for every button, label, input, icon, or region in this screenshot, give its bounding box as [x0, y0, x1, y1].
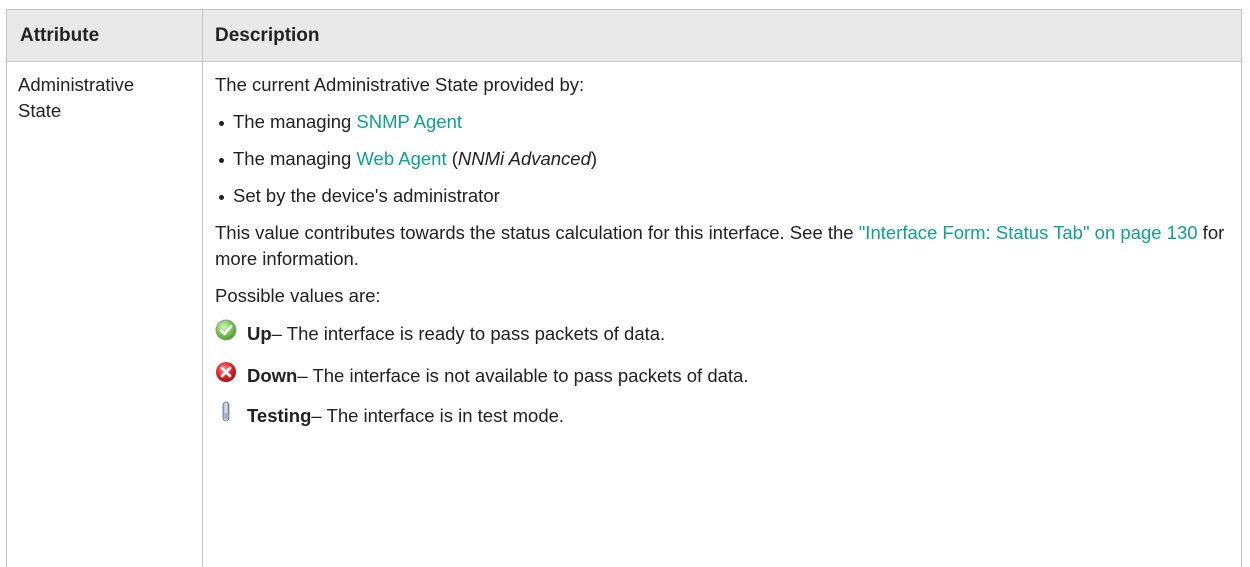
- list-item: The managing SNMP Agent: [215, 109, 1233, 135]
- value-description: – The interface is not available to pass…: [297, 365, 749, 386]
- list-item-text: The managing: [233, 111, 357, 132]
- contribution-paragraph: This value contributes towards the statu…: [215, 220, 1233, 272]
- contribution-text: This value contributes towards the statu…: [215, 222, 859, 243]
- list-item-text: ): [590, 148, 598, 169]
- table-header-row: Attribute Description: [6, 9, 1242, 62]
- description-cell: The current Administrative State provide…: [202, 61, 1242, 567]
- attribute-table: Attribute Description Administrative Sta…: [6, 9, 1242, 567]
- list-item: The managing Web Agent (NNMi Advanced): [215, 146, 1233, 172]
- possible-values-label: Possible values are:: [215, 285, 381, 306]
- value-description: – The interface is in test mode.: [311, 405, 565, 426]
- list-item: Set by the device's administrator: [215, 183, 1233, 209]
- attribute-column-header: Attribute: [6, 9, 203, 62]
- value-name: Up: [247, 323, 272, 344]
- status-tab-link[interactable]: "Interface Form: Status Tab" on page 130: [859, 222, 1198, 243]
- value-description: – The interface is ready to pass packets…: [271, 323, 666, 344]
- value-testing: Testing – The interface is in test mode.: [215, 401, 1233, 430]
- attribute-name-line-1: Administrative: [18, 74, 135, 95]
- value-down: Down – The interface is not available to…: [215, 362, 1233, 390]
- red-x-icon: [215, 361, 237, 383]
- green-check-icon: [215, 319, 237, 341]
- test-tube-icon: [215, 401, 237, 423]
- value-name: Down: [247, 365, 298, 386]
- table-row: Administrative State The current Adminis…: [6, 61, 1242, 567]
- list-item-text: Set by the device's administrator: [233, 185, 500, 206]
- nnmi-advanced-label: NNMi Advanced: [457, 148, 591, 169]
- value-name: Testing: [247, 405, 312, 426]
- list-item-text: (: [446, 148, 458, 169]
- attribute-name-line-2: State: [18, 100, 62, 121]
- snmp-agent-link[interactable]: SNMP Agent: [356, 111, 462, 132]
- web-agent-link[interactable]: Web Agent: [356, 148, 446, 169]
- attribute-name-cell: Administrative State: [6, 61, 203, 567]
- value-up: Up – The interface is ready to pass pack…: [215, 319, 1233, 348]
- description-column-header: Description: [202, 9, 1242, 62]
- description-intro: The current Administrative State provide…: [215, 74, 585, 95]
- list-item-text: The managing: [233, 148, 357, 169]
- provider-list: The managing SNMP Agent The managing Web…: [215, 109, 1233, 209]
